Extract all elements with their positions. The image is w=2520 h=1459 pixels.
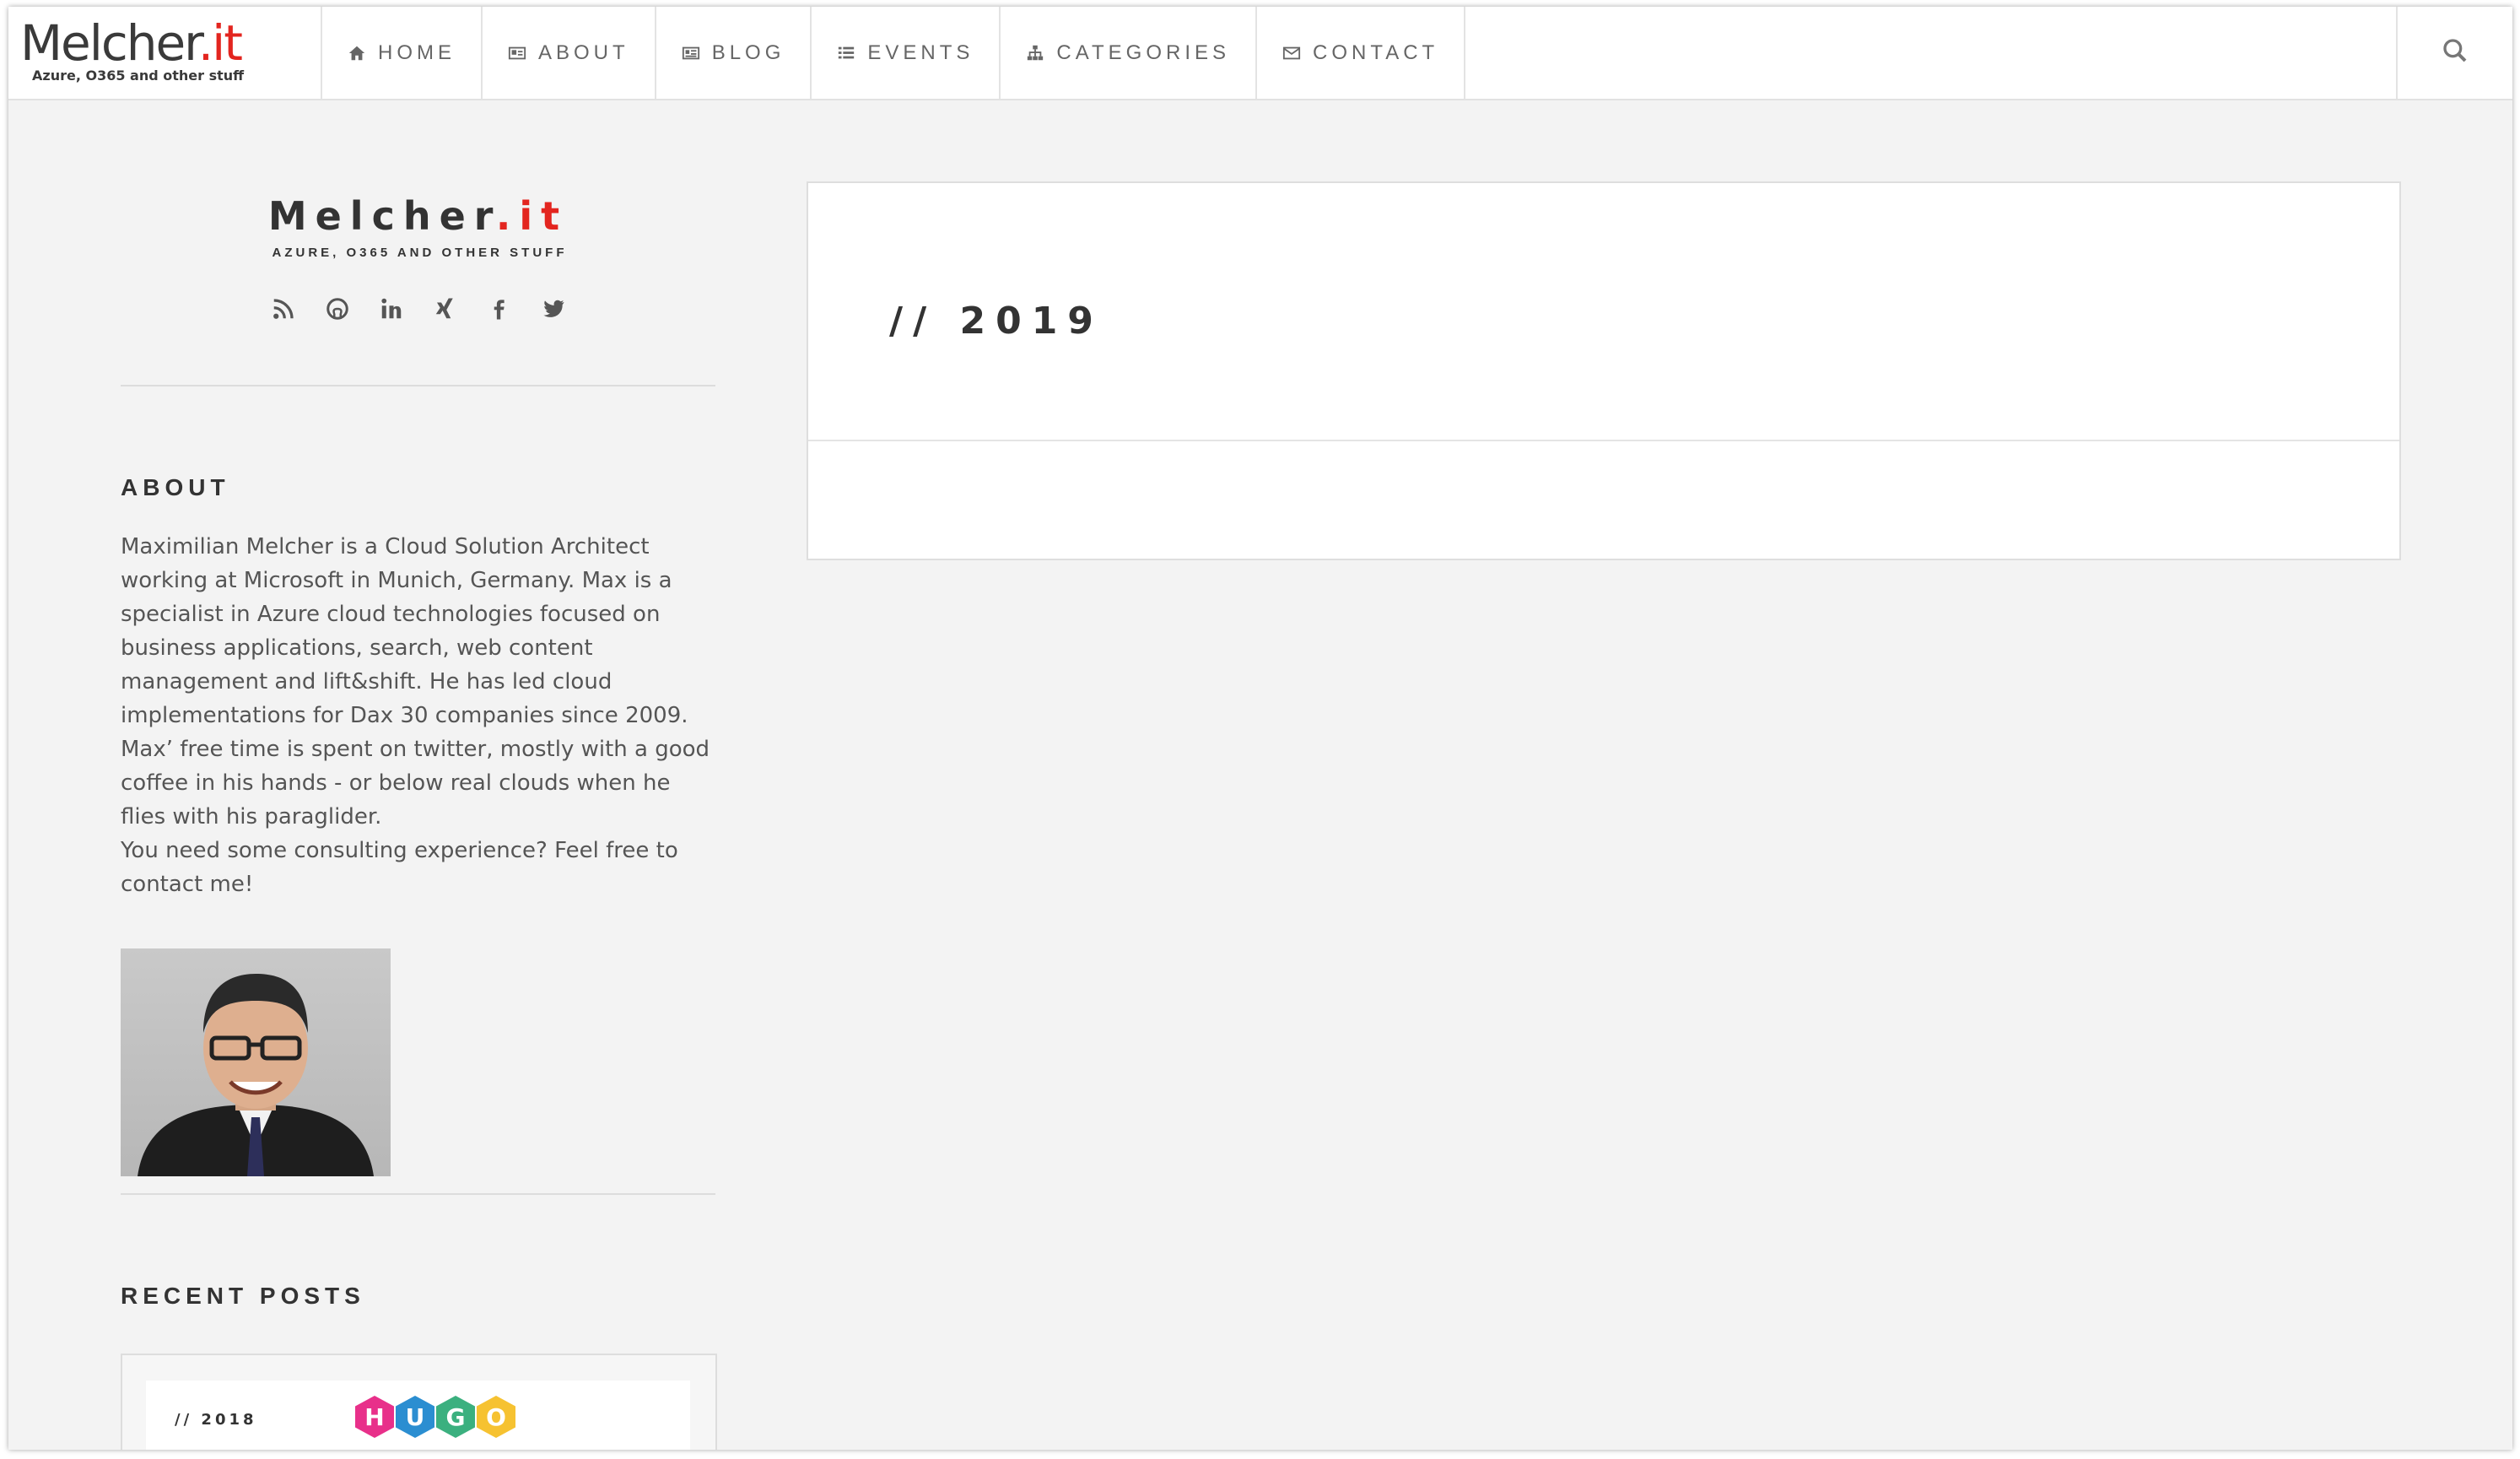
about-text: Maximilian Melcher is a Cloud Solution A… [121,534,710,897]
recent-post-thumbnail: // 2018 H U G O [146,1381,690,1450]
logo-tagline: Azure, O365 and other stuff [32,68,245,84]
about-title: ABOUT [121,474,230,500]
hugo-logo: H U G O [355,1396,515,1438]
sidebar: Melcher.it AZURE, O365 AND OTHER STUFF A… [121,99,717,1450]
sidebar-divider [121,1193,715,1195]
newspaper-icon [682,44,700,62]
github-icon[interactable] [322,294,353,324]
sidebar-brand-name[interactable]: Melcher.it [268,195,568,237]
nav-blog[interactable]: BLOG [654,7,811,99]
logo-text: Melcher.it [20,14,243,72]
sitemap-icon [1026,44,1044,62]
nav-events[interactable]: EVENTS [810,7,999,99]
nav-contact[interactable]: CONTACT [1255,7,1466,99]
nav-home[interactable]: HOME [321,7,481,99]
page-title: // 2019 [889,300,1104,343]
search-button[interactable] [2396,7,2512,99]
top-navbar: Melcher.it Azure, O365 and other stuff H… [8,7,2512,100]
xing-icon[interactable] [430,294,461,324]
hugo-letter: G [436,1396,475,1438]
rss-icon[interactable] [268,294,299,324]
list-icon [837,44,855,62]
social-links [121,294,715,324]
author-photo [121,948,391,1176]
archive-header: // 2019 [808,183,2399,441]
recent-posts-title: RECENT POSTS [121,1283,365,1309]
twitter-icon[interactable] [538,294,569,324]
recent-post-card[interactable]: // 2018 H U G O [121,1354,717,1450]
id-card-icon [508,44,526,62]
sidebar-brand: Melcher.it AZURE, O365 AND OTHER STUFF [121,195,715,324]
hugo-letter: O [477,1396,515,1438]
linkedin-icon[interactable] [376,294,407,324]
archive-card: // 2019 [807,181,2401,560]
hugo-letter: U [396,1396,434,1438]
hugo-letter: H [355,1396,394,1438]
sidebar-tagline: AZURE, O365 AND OTHER STUFF [272,246,568,260]
nav-about[interactable]: ABOUT [481,7,655,99]
nav-categories[interactable]: CATEGORIES [999,7,1255,99]
search-icon [2442,37,2469,68]
home-icon [348,44,366,62]
facebook-icon[interactable] [484,294,515,324]
page-frame: Melcher.it Azure, O365 and other stuff H… [8,7,2512,1450]
sidebar-divider [121,385,715,386]
recent-post-year: // 2018 [175,1411,257,1429]
main-nav: HOME ABOUT BLOG EVENTS CATEGORIES CONTAC… [321,7,1466,99]
site-logo[interactable]: Melcher.it Azure, O365 and other stuff [20,17,244,84]
envelope-icon [1282,44,1301,62]
